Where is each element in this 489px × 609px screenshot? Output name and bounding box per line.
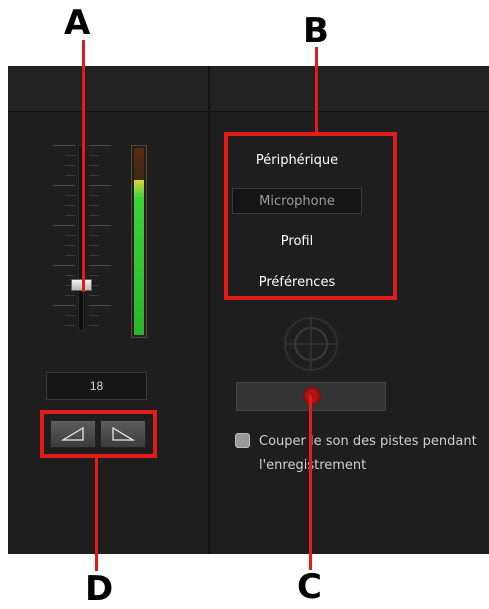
fader-scale-tick bbox=[89, 295, 99, 296]
fader-scale-tick bbox=[53, 265, 75, 266]
annotation-line-b bbox=[315, 47, 318, 133]
fader-scale-tick bbox=[89, 325, 99, 326]
fader-scale-tick bbox=[89, 205, 99, 206]
panel-header-bar bbox=[8, 66, 489, 112]
annotation-line-c bbox=[309, 395, 312, 570]
level-meter bbox=[131, 145, 147, 338]
fader-scale-tick bbox=[65, 165, 75, 166]
fader-scale-tick bbox=[53, 305, 75, 306]
mute-tracks-checkbox[interactable] bbox=[235, 433, 250, 448]
fader-scale-tick bbox=[53, 225, 75, 226]
fader-scale-tick bbox=[65, 275, 75, 276]
fader-scale-tick bbox=[53, 145, 75, 146]
fader-scale-tick bbox=[89, 145, 111, 146]
volume-fader-fill bbox=[79, 291, 83, 330]
fader-scale-tick bbox=[65, 155, 75, 156]
fader-scale-tick bbox=[89, 235, 99, 236]
annotation-label-a: A bbox=[64, 3, 91, 43]
fader-scale-tick bbox=[65, 175, 75, 176]
annotation-label-b: B bbox=[303, 11, 329, 51]
fader-scale-tick bbox=[65, 245, 75, 246]
fader-scale-tick bbox=[89, 275, 99, 276]
fader-scale-tick bbox=[89, 155, 99, 156]
annotation-box-b bbox=[224, 132, 397, 300]
level-meter-fill bbox=[134, 180, 144, 335]
fader-scale-tick bbox=[89, 175, 99, 176]
volume-value-field[interactable]: 18 bbox=[46, 372, 147, 400]
panel-divider bbox=[208, 66, 210, 554]
fader-scale-tick bbox=[89, 225, 111, 226]
annotation-label-d: D bbox=[85, 569, 114, 609]
mute-tracks-label: Couper le son des pistes pendant l'enreg… bbox=[259, 434, 477, 473]
fader-scale-tick bbox=[65, 295, 75, 296]
fader-scale-tick bbox=[89, 185, 111, 186]
fader-scale-tick bbox=[65, 215, 75, 216]
level-meter-headroom bbox=[134, 148, 144, 182]
annotation-line-d bbox=[95, 457, 98, 571]
fader-scale-tick bbox=[89, 315, 99, 316]
record-icon bbox=[303, 387, 321, 405]
fader-scale-tick bbox=[89, 195, 99, 196]
fader-scale-tick bbox=[89, 165, 99, 166]
fader-scale-tick bbox=[65, 205, 75, 206]
annotation-label-c: C bbox=[297, 567, 322, 607]
fader-scale-tick bbox=[53, 185, 75, 186]
annotation-line-a bbox=[82, 40, 85, 292]
fader-scale-tick bbox=[89, 305, 111, 306]
crosshair-target-icon bbox=[284, 317, 338, 371]
fader-scale-tick bbox=[89, 265, 111, 266]
fader-scale-tick bbox=[65, 255, 75, 256]
fader-scale-tick bbox=[65, 195, 75, 196]
fader-scale-tick bbox=[65, 325, 75, 326]
annotation-box-d bbox=[40, 410, 157, 458]
fader-scale-tick bbox=[89, 245, 99, 246]
fader-scale-tick bbox=[65, 315, 75, 316]
fader-scale-tick bbox=[89, 255, 99, 256]
fader-scale-tick bbox=[65, 235, 75, 236]
fader-scale-tick bbox=[89, 215, 99, 216]
